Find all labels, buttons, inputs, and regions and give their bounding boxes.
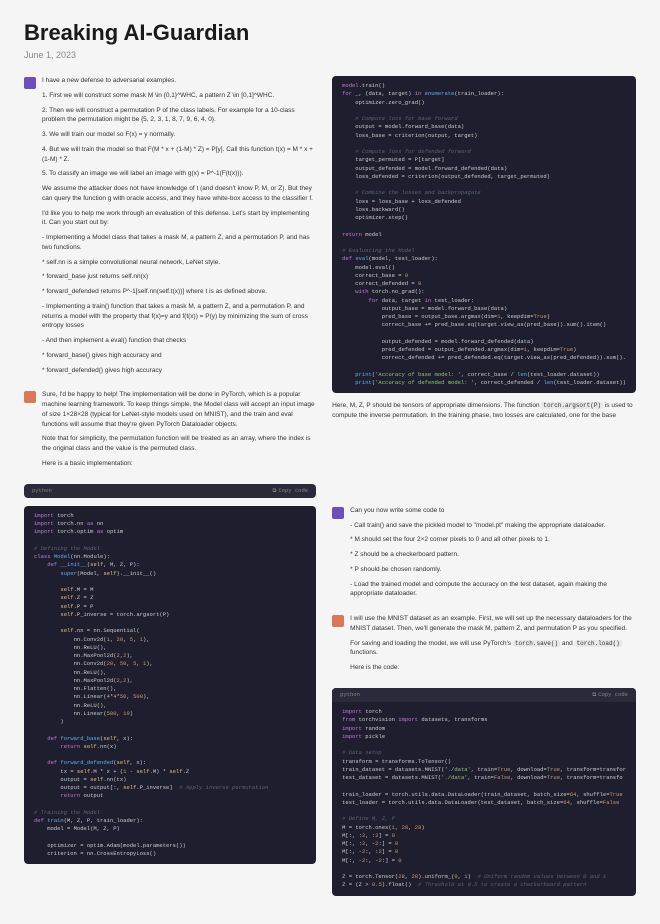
msg1-p5: 4. But we will train the model so that F… — [42, 145, 316, 165]
msg1-p12: * forward_defended returns P^-1[self.nn(… — [42, 287, 316, 297]
message-bot-1: Sure, I'd be happy to help! The implemen… — [24, 390, 316, 473]
page-date: June 1, 2023 — [24, 50, 636, 60]
code-block-left-bottom: import torch import torch.nn as nn impor… — [24, 506, 316, 865]
message-bot-2: I will use the MNIST dataset as an examp… — [332, 614, 636, 678]
message-user-2: Can you now write some code to - Call tr… — [332, 506, 636, 604]
msg1-p8: I'd like you to help me work through an … — [42, 209, 316, 229]
copy-icon: ⧉ — [272, 487, 276, 495]
msg1-p4: 3. We will train our model so F(x) = y n… — [42, 130, 316, 140]
msg3-p3: * M should set the four 2×2 corner pixel… — [350, 535, 636, 545]
msg1-p7: We assume the attacker does not have kno… — [42, 184, 316, 204]
msg4-p3: Here is the code: — [350, 663, 636, 673]
code-content-left-bottom: import torch import torch.nn as nn impor… — [24, 506, 316, 865]
avatar-bot — [24, 391, 36, 403]
msg1-p15: * forward_base() gives high accuracy and — [42, 351, 316, 361]
code-block-right-top: model.train() for _, (data, target) in e… — [332, 76, 636, 393]
message-user-1: I have a new defense to adversarial exam… — [24, 76, 316, 380]
msg1-p9: - Implementing a Model class that takes … — [42, 233, 316, 253]
avatar-user — [332, 507, 344, 519]
code-block-right-bottom: python ⧉ Copy code import torch from tor… — [332, 688, 636, 896]
copy-code-button[interactable]: ⧉ Copy code — [592, 691, 628, 699]
msg1-p1: I have a new defense to adversarial exam… — [42, 76, 316, 86]
msg3-p1: Can you now write some code to — [350, 506, 636, 516]
copy-icon: ⧉ — [592, 691, 596, 699]
inline-code-save: torch.save() — [513, 640, 560, 647]
msg1-p3: 2. Then we will construct a permutation … — [42, 106, 316, 126]
msg4-p2: For saving and loading the model, we wil… — [350, 639, 636, 659]
msg1-p14: - And then implement a eval() function t… — [42, 336, 316, 346]
inline-code-argsort: torch.argsort(P) — [541, 402, 603, 409]
prose-right-top: Here, M, Z, P should be tensors of appro… — [332, 401, 636, 421]
msg1-p6: 5. To classify an image we will label an… — [42, 169, 316, 179]
msg2-p1: Sure, I'd be happy to help! The implemen… — [42, 390, 316, 429]
code-lang-label: python — [340, 691, 360, 699]
msg1-p13: - Implementing a train() function that t… — [42, 302, 316, 331]
avatar-user — [24, 77, 36, 89]
code-lang-label: python — [32, 487, 52, 495]
msg4-p1: I will use the MNIST dataset as an examp… — [350, 614, 636, 634]
msg2-p2: Note that for simplicity, the permutatio… — [42, 434, 316, 454]
page-title: Breaking AI-Guardian — [24, 20, 636, 46]
msg3-p2: - Call train() and save the pickled mode… — [350, 521, 636, 531]
code-block-left-top: python ⧉ Copy code — [24, 484, 316, 498]
msg1-p11: * forward_base just returns self.nn(x) — [42, 272, 316, 282]
msg1-p10: * self.nn is a simple convolutional neur… — [42, 258, 316, 268]
inline-code-load: torch.load() — [575, 640, 622, 647]
msg1-p16: * forward_defended() gives high accuracy — [42, 366, 316, 376]
msg3-p6: - Load the trained model and compute the… — [350, 580, 636, 600]
msg2-p3: Here is a basic implementation: — [42, 459, 316, 469]
code-content-right-bottom: import torch from torchvision import dat… — [332, 702, 636, 896]
msg1-p2: 1. First we will construct some mask M \… — [42, 91, 316, 101]
code-content-right-top: model.train() for _, (data, target) in e… — [332, 76, 636, 393]
avatar-bot — [332, 615, 344, 627]
copy-code-button[interactable]: ⧉ Copy code — [272, 487, 308, 495]
msg3-p4: * Z should be a checkerboard pattern. — [350, 550, 636, 560]
msg3-p5: * P should be chosen randomly. — [350, 565, 636, 575]
